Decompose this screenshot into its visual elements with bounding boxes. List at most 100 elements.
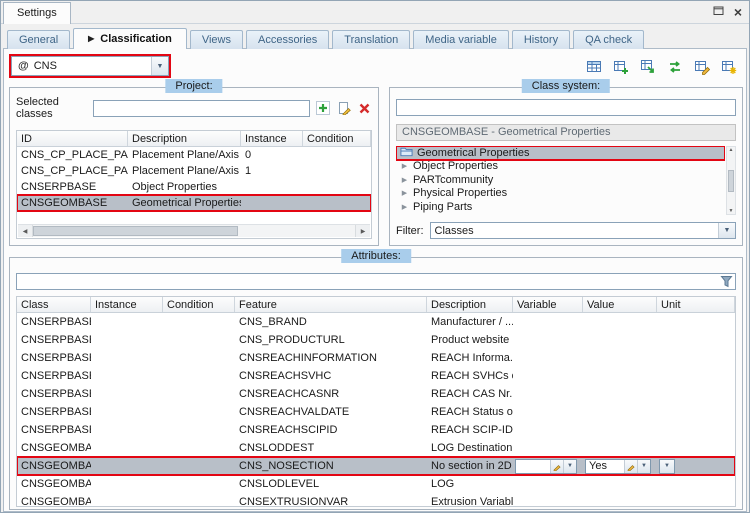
scrollbar-thumb[interactable] [33, 226, 238, 236]
pencil-icon[interactable] [624, 459, 637, 473]
dropdown-icon[interactable]: ▼ [637, 459, 650, 473]
project-row[interactable]: CNS_CP_PLACE_PA Placement Plane/Axis 1 [17, 163, 371, 179]
scrollbar-thumb[interactable] [728, 169, 734, 192]
column-header-instance[interactable]: Instance [91, 297, 163, 312]
value-editor[interactable]: Yes ▼ [585, 458, 651, 474]
window-title-tab[interactable]: Settings [3, 2, 71, 24]
attributes-row[interactable]: CNSERPBASE CNSREACHCASNR REACH CAS Nr. [17, 385, 735, 403]
table-icon[interactable] [585, 58, 603, 76]
scroll-up-icon[interactable]: ▲ [729, 147, 734, 153]
cell-instance [91, 349, 163, 367]
pencil-icon[interactable] [550, 459, 563, 473]
attributes-row[interactable]: CNSERPBASE CNS_PRODUCTURL Product websit… [17, 331, 735, 349]
scroll-left-icon[interactable]: ◀ [18, 225, 33, 237]
cell-id: CNS_CP_PLACE_PA [21, 165, 128, 177]
project-row[interactable]: CNS_CP_PLACE_PA Placement Plane/Axis 0 [17, 147, 371, 163]
remove-class-icon[interactable] [356, 100, 372, 116]
selected-classes-input[interactable] [93, 99, 311, 117]
column-header-description[interactable]: Description [128, 131, 241, 146]
class-system-panel: Class system: CNSGEOMBASE - Geometrical … [389, 79, 743, 246]
chevron-right-icon[interactable]: ▶ [400, 189, 409, 197]
edit-class-icon[interactable] [336, 100, 352, 116]
attributes-row[interactable]: CNSERPBASE CNSREACHINFORMATION REACH Inf… [17, 349, 735, 367]
chevron-right-icon[interactable]: ▶ [400, 162, 409, 170]
catalog-selector[interactable]: @ CNS ▼ [11, 56, 169, 76]
cell-variable [513, 493, 583, 506]
cell-condition [163, 475, 235, 493]
chevron-right-icon[interactable]: ▶ [400, 176, 409, 184]
attributes-row[interactable]: CNSGEOMBASE CNSLODDEST LOG Destination [17, 439, 735, 457]
cell-unit [657, 367, 735, 385]
column-header-description[interactable]: Description [427, 297, 513, 312]
tab-translation[interactable]: Translation [332, 30, 411, 49]
tab-media-variable[interactable]: Media variable [413, 30, 509, 49]
cell-description: REACH CAS Nr. [431, 388, 513, 400]
column-header-unit[interactable]: Unit [657, 297, 735, 312]
cell-instance [91, 421, 163, 439]
cell-description: REACH Informa... [431, 352, 513, 364]
filter-dropdown-icon[interactable]: ▼ [718, 223, 735, 238]
tab-general[interactable]: General [7, 30, 71, 49]
filter-funnel-icon[interactable] [720, 275, 733, 291]
add-table-icon[interactable] [612, 58, 630, 76]
edit-table-icon[interactable] [693, 58, 711, 76]
cell-description: Product website [431, 334, 510, 346]
cell-value: Yes ▼ [583, 457, 657, 475]
tree-item-piping-parts[interactable]: ▶ Piping Parts [396, 200, 725, 214]
attributes-row-selected[interactable]: CNSGEOMBASE CNS_NOSECTION No section in … [17, 456, 735, 476]
import-table-icon[interactable] [639, 58, 657, 76]
attributes-row[interactable]: CNSGEOMBASE CNSEXTRUSIONVAR Extrusion Va… [17, 493, 735, 506]
column-header-variable[interactable]: Variable [513, 297, 583, 312]
attributes-row[interactable]: CNSGEOMBASE CNSLODLEVEL LOG [17, 475, 735, 493]
attributes-filter-input[interactable] [16, 273, 736, 290]
attributes-row[interactable]: CNSERPBASE CNSREACHSCIPID REACH SCIP-ID [17, 421, 735, 439]
dropdown-icon[interactable]: ▼ [563, 459, 576, 473]
project-row-selected[interactable]: CNSGEOMBASE Geometrical Properties [17, 194, 371, 212]
column-header-class[interactable]: Class [17, 297, 91, 312]
report-table-icon[interactable] [720, 58, 738, 76]
column-header-id[interactable]: ID [17, 131, 128, 146]
cell-description: REACH SVHCs o... [431, 370, 513, 382]
scroll-right-icon[interactable]: ▶ [355, 225, 370, 237]
attributes-row[interactable]: CNSERPBASE CNSREACHVALDATE REACH Status … [17, 403, 735, 421]
cell-feature: CNSREACHSVHC [239, 370, 332, 382]
column-header-condition[interactable]: Condition [163, 297, 235, 312]
cell-class: CNSGEOMBASE [21, 460, 91, 472]
column-header-value[interactable]: Value [583, 297, 657, 312]
column-header-condition[interactable]: Condition [303, 131, 371, 146]
undock-window-icon[interactable] [713, 5, 724, 19]
tab-classification[interactable]: ▶ Classification [73, 28, 187, 49]
tab-views[interactable]: Views [189, 30, 243, 49]
tabstrip: General ▶ Classification Views Accessori… [7, 28, 647, 49]
column-header-feature[interactable]: Feature [235, 297, 427, 312]
cell-description: No section in 2D [431, 460, 512, 472]
scroll-down-icon[interactable]: ▼ [729, 208, 734, 214]
attributes-row[interactable]: CNSERPBASE CNS_BRAND Manufacturer / ... [17, 313, 735, 331]
catalog-dropdown-icon[interactable]: ▼ [151, 57, 168, 75]
tab-history[interactable]: History [511, 30, 571, 49]
close-icon[interactable]: × [734, 4, 742, 20]
tab-accessories[interactable]: Accessories [245, 30, 330, 49]
cell-value [583, 439, 657, 457]
variable-editor[interactable]: ▼ [515, 458, 577, 474]
add-class-icon[interactable] [315, 100, 331, 116]
filter-select[interactable]: Classes ▼ [429, 222, 736, 239]
cell-class: CNSERPBASE [21, 424, 91, 436]
chevron-right-icon[interactable]: ▶ [400, 203, 409, 211]
dropdown-icon[interactable]: ▼ [660, 459, 674, 473]
cell-description: Placement Plane/Axis [132, 165, 239, 177]
catalog-selector-value: CNS [33, 60, 57, 72]
selected-class-path: CNSGEOMBASE - Geometrical Properties [396, 124, 736, 141]
tab-qa-check[interactable]: QA check [573, 30, 645, 49]
column-header-instance[interactable]: Instance [241, 131, 303, 146]
unit-dropdown[interactable]: ▼ [659, 458, 675, 474]
tree-item-object-properties[interactable]: ▶ Object Properties [396, 160, 725, 174]
tree-item-partcommunity[interactable]: ▶ PARTcommunity [396, 173, 725, 187]
tree-item-physical-properties[interactable]: ▶ Physical Properties [396, 187, 725, 201]
tree-item-geometrical-properties[interactable]: Geometrical Properties [396, 146, 725, 161]
sync-table-icon[interactable] [666, 58, 684, 76]
class-search-input[interactable] [396, 99, 736, 116]
project-row[interactable]: CNSERPBASE Object Properties [17, 179, 371, 195]
attributes-row[interactable]: CNSERPBASE CNSREACHSVHC REACH SVHCs o... [17, 367, 735, 385]
tab-label: Media variable [425, 34, 497, 46]
